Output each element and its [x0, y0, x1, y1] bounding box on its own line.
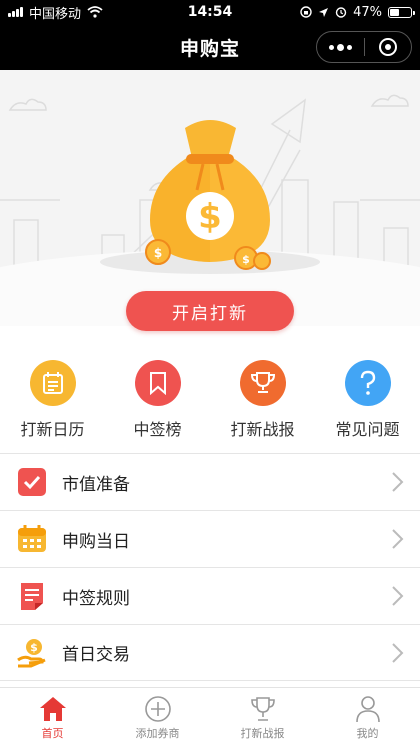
- battery-fill: [390, 8, 399, 16]
- svg-text:$: $: [242, 253, 250, 266]
- home-icon: [38, 695, 68, 723]
- tab-label: 添加券商: [135, 726, 180, 740]
- nav-bar: 申购宝: [0, 24, 420, 70]
- battery-percent: 47%: [353, 4, 382, 20]
- quick-label: 中签榜: [133, 420, 182, 439]
- svg-text:$: $: [154, 246, 162, 260]
- menu-label: 申购当日: [62, 531, 130, 552]
- status-right: 47%: [300, 4, 415, 20]
- coin-hand-icon: $: [16, 637, 48, 669]
- more-dots-icon: [328, 43, 352, 51]
- svg-text:$: $: [30, 641, 38, 654]
- quick-item-faq[interactable]: 常见问题: [315, 360, 420, 446]
- svg-text:$: $: [198, 197, 222, 237]
- carrier-label: 中国移动: [29, 6, 82, 22]
- tab-label: 打新战报: [240, 726, 285, 740]
- tab-bar: 首页 添加券商 打新战报 我的: [0, 687, 420, 747]
- alarm-icon: [335, 7, 347, 18]
- tab-label: 首页: [41, 726, 64, 740]
- menu-label: 市值准备: [62, 474, 130, 495]
- chevron-right-icon: [392, 529, 404, 549]
- tab-ipo-report[interactable]: 打新战报: [210, 688, 315, 747]
- document-icon: [16, 580, 48, 612]
- quick-label: 打新日历: [20, 420, 85, 439]
- close-program-button[interactable]: [365, 32, 412, 62]
- menu-label: 中签规则: [62, 588, 130, 609]
- tab-label: 我的: [356, 726, 379, 740]
- more-button[interactable]: [317, 32, 364, 62]
- menu-item-first-day-trading[interactable]: $ 首日交易: [0, 624, 420, 681]
- question-icon: [344, 360, 391, 406]
- tab-home[interactable]: 首页: [0, 688, 105, 747]
- menu-item-market-value[interactable]: 市值准备: [0, 453, 420, 510]
- location-icon: [319, 7, 329, 17]
- trophy-icon: [248, 695, 278, 723]
- hero-banner: $ $ $: [0, 70, 420, 326]
- start-ipo-button[interactable]: 开启打新: [126, 291, 294, 331]
- calendar-grid-icon: [16, 523, 48, 555]
- mini-program-capsule: [316, 31, 412, 63]
- status-left: 中国移动: [8, 3, 103, 22]
- calendar-icon: [29, 360, 76, 406]
- rotation-lock-icon: [300, 6, 312, 18]
- status-bar: 中国移动 14:54 47%: [0, 0, 420, 24]
- quick-label: 打新战报: [230, 420, 295, 439]
- add-circle-icon: [143, 695, 173, 723]
- chevron-right-icon: [392, 472, 404, 492]
- chevron-right-icon: [392, 586, 404, 606]
- target-icon: [378, 38, 397, 56]
- bookmark-icon: [134, 360, 181, 406]
- menu-label: 首日交易: [62, 645, 130, 665]
- hero-illustration: $ $ $: [0, 94, 420, 326]
- menu-item-subscription-day[interactable]: 申购当日: [0, 510, 420, 567]
- quick-item-ipo-report[interactable]: 打新战报: [210, 360, 315, 446]
- wifi-icon: [87, 6, 103, 18]
- quick-nav: 打新日历 中签榜 打新战报 常见问题: [0, 360, 420, 446]
- trophy-icon: [239, 360, 286, 406]
- checkbox-icon: [16, 466, 48, 498]
- quick-item-ipo-calendar[interactable]: 打新日历: [0, 360, 105, 446]
- page-title: 申购宝: [179, 37, 240, 60]
- menu-item-winning-rules[interactable]: 中签规则: [0, 567, 420, 624]
- quick-label: 常见问题: [335, 420, 400, 439]
- quick-item-winning-list[interactable]: 中签榜: [105, 360, 210, 446]
- guide-menu: 市值准备 申购当日 中签规则 $ 首日交易: [0, 453, 420, 681]
- tab-add-broker[interactable]: 添加券商: [105, 688, 210, 747]
- chevron-right-icon: [392, 642, 404, 663]
- battery-icon: [388, 6, 415, 18]
- signal-icon: [8, 7, 23, 17]
- user-icon: [353, 695, 383, 723]
- tab-profile[interactable]: 我的: [315, 688, 420, 747]
